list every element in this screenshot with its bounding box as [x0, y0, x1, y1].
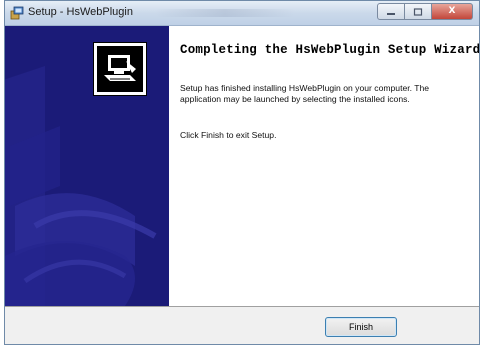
maximize-button[interactable]	[405, 3, 432, 20]
finish-button[interactable]: Finish	[325, 317, 397, 337]
minimize-icon	[387, 12, 395, 15]
completion-message: Setup has finished installing HsWebPlugi…	[180, 83, 430, 104]
minimize-button[interactable]	[377, 3, 405, 20]
wizard-content: Completing the HsWebPlugin Setup Wizard …	[169, 26, 479, 306]
wizard-sidebar	[5, 26, 169, 306]
title-bar[interactable]: Setup - HsWebPlugin X	[5, 1, 479, 26]
maximize-icon	[413, 7, 423, 16]
title-bar-blur	[155, 9, 295, 17]
close-button[interactable]: X	[432, 3, 473, 20]
wizard-logo	[93, 42, 147, 96]
page-title: Completing the HsWebPlugin Setup Wizard	[180, 43, 480, 57]
computer-install-icon	[104, 55, 136, 81]
setup-installer-icon	[10, 6, 24, 20]
setup-window: Setup - HsWebPlugin X Completing the HsW…	[4, 0, 480, 345]
window-controls: X	[377, 3, 473, 20]
window-title: Setup - HsWebPlugin	[28, 6, 133, 18]
exit-instruction: Click Finish to exit Setup.	[180, 130, 277, 140]
close-icon: X	[448, 6, 456, 16]
button-bar: Finish	[5, 306, 479, 344]
